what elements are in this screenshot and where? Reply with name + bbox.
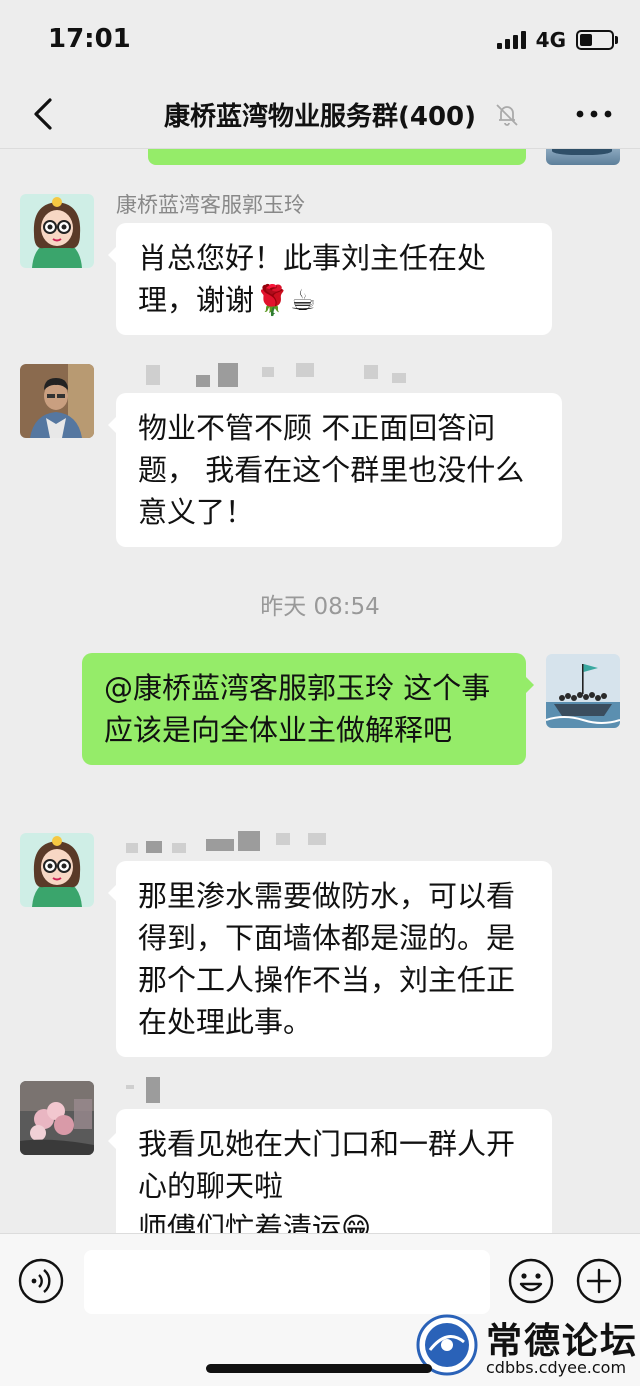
signal-icon	[496, 31, 526, 49]
self-avatar-partial	[546, 149, 620, 165]
avatar-flowers-photo[interactable]	[20, 1081, 94, 1155]
avatar-girl-cartoon[interactable]	[20, 194, 94, 268]
status-bar: 17:01 4G	[0, 0, 640, 80]
message-bubble-self[interactable]: @康桥蓝湾客服郭玉玲 这个事应该是向全体业主做解释吧	[82, 653, 534, 765]
chat-title: 康桥蓝湾物业服务群(400)	[163, 102, 477, 132]
chat-message-list[interactable]: 康桥蓝湾客服郭玉玲 肖总您好！此事刘主任在处理，谢谢🌹☕ 物业不管不顾 不正面回…	[0, 149, 640, 1233]
message-bubble[interactable]: 肖总您好！此事刘主任在处理，谢谢🌹☕	[108, 223, 552, 335]
message-bubble[interactable]: 我看见她在大门口和一群人开心的聊天啦 师傅们忙着清运😁	[108, 1109, 552, 1233]
message-input[interactable]	[84, 1250, 490, 1314]
chat-header: 康桥蓝湾物业服务群(400)	[0, 80, 640, 149]
voice-icon[interactable]	[18, 1258, 64, 1304]
home-indicator[interactable]	[206, 1364, 432, 1373]
mute-bell-icon	[496, 104, 518, 126]
network-label: 4G	[535, 28, 566, 52]
status-time: 17:01	[48, 24, 131, 54]
avatar-boat-crowd[interactable]	[546, 654, 620, 728]
battery-icon	[576, 30, 618, 50]
more-icon[interactable]	[574, 98, 614, 130]
watermark-url: cdbbs.cdyee.com	[486, 1358, 627, 1377]
previous-message-bubble	[148, 149, 526, 165]
watermark-brand: 常德论坛	[486, 1320, 639, 1362]
emoji-icon[interactable]	[508, 1258, 554, 1304]
message-bubble[interactable]: 那里渗水需要做防水，可以看得到，下面墙体都是湿的。是那个工人操作不当，刘主任正在…	[108, 861, 552, 1057]
message-bubble[interactable]: 物业不管不顾 不正面回答问题， 我看在这个群里也没什么意义了！	[108, 393, 562, 547]
avatar-girl-cartoon[interactable]	[20, 833, 94, 907]
forum-watermark: 常德论坛 cdbbs.cdyee.com	[412, 1312, 640, 1382]
avatar-man-photo[interactable]	[20, 364, 94, 438]
sender-name: 康桥蓝湾客服郭玉玲	[116, 193, 305, 217]
plus-icon[interactable]	[576, 1258, 622, 1304]
timestamp: 昨天 08:54	[260, 594, 380, 620]
